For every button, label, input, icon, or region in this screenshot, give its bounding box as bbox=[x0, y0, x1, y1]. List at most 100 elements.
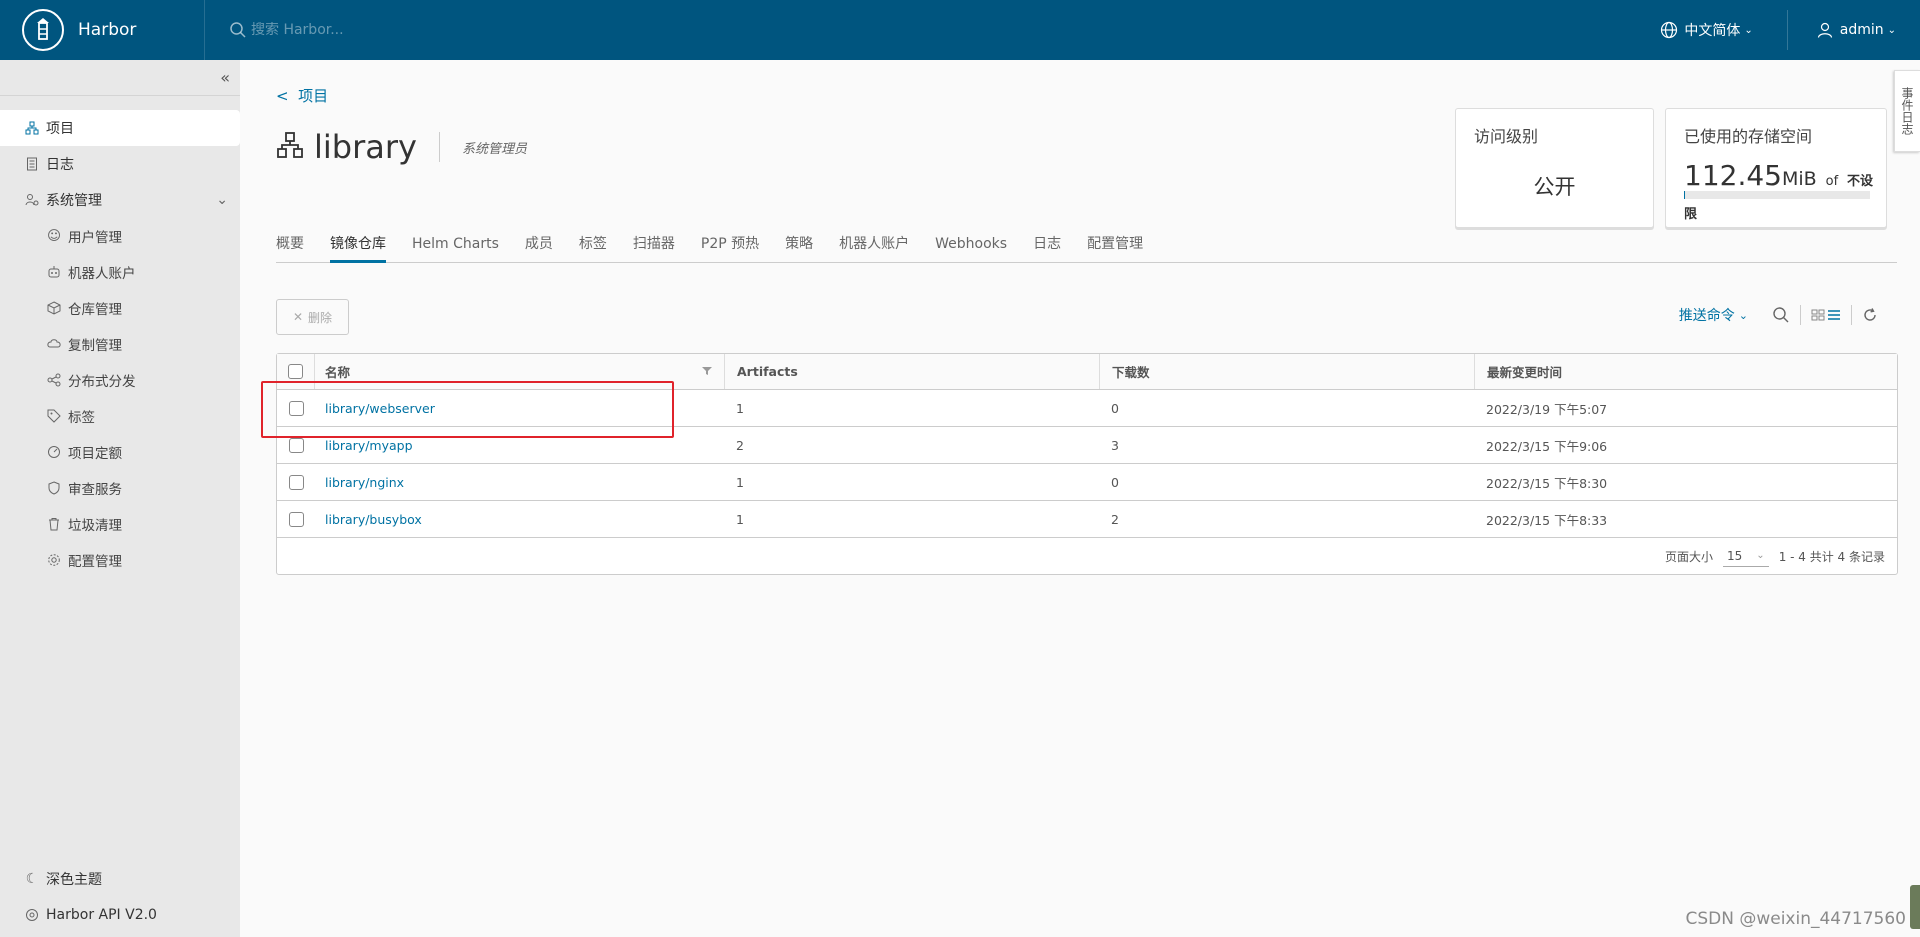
storage-progress-bar bbox=[1684, 191, 1870, 199]
filter-icon[interactable] bbox=[702, 364, 712, 379]
delete-label: 删除 bbox=[308, 310, 333, 325]
page-size-select[interactable]: 15 ⌄ bbox=[1723, 545, 1769, 567]
back-to-projects-link[interactable]: < 项目 bbox=[276, 85, 328, 106]
update-time: 2022/3/15 下午8:30 bbox=[1486, 475, 1608, 491]
tab-configuration[interactable]: 配置管理 bbox=[1087, 237, 1143, 263]
tag-icon bbox=[46, 408, 62, 424]
user-icon bbox=[1817, 22, 1832, 38]
sidebar-item-users[interactable]: ☺ 用户管理 bbox=[0, 218, 240, 254]
side-widget bbox=[1910, 885, 1920, 929]
push-command-dropdown[interactable]: 推送命令 ⌄ bbox=[1679, 305, 1748, 325]
chevron-left-icon: < bbox=[276, 87, 289, 105]
page-title: library bbox=[314, 128, 417, 166]
language-label: 中文简体 bbox=[1684, 23, 1741, 39]
downloads-count: 2 bbox=[1111, 511, 1119, 527]
update-time: 2022/3/15 下午9:06 bbox=[1486, 438, 1608, 454]
event-log-tab[interactable]: 事件日志 bbox=[1894, 70, 1920, 152]
tab-policy[interactable]: 策略 bbox=[785, 237, 813, 263]
access-level-value: 公开 bbox=[1533, 175, 1576, 199]
tab-scanner[interactable]: 扫描器 bbox=[633, 237, 675, 263]
api-link[interactable]: Harbor API V2.0 bbox=[0, 897, 240, 933]
card-view-icon[interactable] bbox=[1811, 308, 1825, 322]
double-chevron-left-icon[interactable]: « bbox=[220, 68, 230, 87]
sidebar-item-label: 垃圾清理 bbox=[68, 518, 122, 534]
page-header: library 系统管理员 bbox=[276, 128, 527, 166]
row-checkbox[interactable] bbox=[288, 474, 304, 490]
sidebar-item-distribution[interactable]: 分布式分发 bbox=[0, 362, 240, 398]
repo-name-link[interactable]: library/busybox bbox=[315, 501, 724, 537]
sidebar-item-admin[interactable]: 系统管理 ⌄ bbox=[0, 182, 240, 218]
table-footer: 页面大小 15 ⌄ 1 - 4 共计 4 条记录 bbox=[277, 538, 1897, 574]
sidebar-item-interrogation[interactable]: 审查服务 bbox=[0, 470, 240, 506]
user-menu[interactable]: admin ⌄ bbox=[1788, 21, 1920, 39]
dark-theme-toggle[interactable]: ☾ 深色主题 bbox=[0, 861, 240, 897]
page-size-label: 页面大小 bbox=[1665, 549, 1714, 564]
api-icon bbox=[24, 907, 40, 923]
global-search[interactable] bbox=[229, 21, 451, 39]
watermark: CSDN @weixin_44717560 bbox=[1685, 909, 1906, 929]
card-title: 已使用的存储空间 bbox=[1684, 127, 1813, 146]
search-input[interactable] bbox=[251, 22, 451, 38]
list-view-icon[interactable] bbox=[1827, 308, 1841, 322]
search-icon[interactable] bbox=[1772, 306, 1790, 324]
sidebar-collapse[interactable]: « bbox=[0, 60, 240, 96]
storage-card: 已使用的存储空间 112.45MiB of 不设限 bbox=[1665, 108, 1887, 228]
sidebar-item-gc[interactable]: 垃圾清理 bbox=[0, 506, 240, 542]
tab-summary[interactable]: 概要 bbox=[276, 237, 304, 263]
tab-p2p-preheat[interactable]: P2P 预热 bbox=[701, 237, 759, 263]
tab-repositories[interactable]: 镜像仓库 bbox=[330, 237, 386, 263]
pagination-summary: 1 - 4 共计 4 条记录 bbox=[1778, 549, 1885, 564]
refresh-icon[interactable] bbox=[1862, 307, 1878, 323]
repo-name-link[interactable]: library/nginx bbox=[315, 464, 724, 500]
chevron-down-icon: ⌄ bbox=[1738, 308, 1748, 322]
replication-icon bbox=[46, 336, 62, 352]
shield-icon bbox=[46, 480, 62, 496]
sidebar-item-config[interactable]: 配置管理 bbox=[0, 542, 240, 578]
sidebar-item-label: 分布式分发 bbox=[68, 374, 136, 390]
sidebar-item-logs[interactable]: 日志 bbox=[0, 146, 240, 182]
search-icon bbox=[230, 22, 246, 38]
tab-webhooks[interactable]: Webhooks bbox=[935, 237, 1007, 263]
projects-icon bbox=[24, 120, 40, 136]
sidebar-item-label: 深色主题 bbox=[46, 872, 102, 888]
tab-members[interactable]: 成员 bbox=[525, 237, 553, 263]
storage-unit: MiB bbox=[1781, 168, 1817, 190]
access-level-card: 访问级别 公开 bbox=[1455, 108, 1654, 228]
sidebar-item-replication[interactable]: 复制管理 bbox=[0, 326, 240, 362]
row-checkbox[interactable] bbox=[288, 511, 304, 527]
brand[interactable]: Harbor bbox=[0, 0, 205, 60]
sidebar-item-label: 仓库管理 bbox=[68, 302, 122, 318]
robot-icon bbox=[46, 264, 62, 280]
table-row: library/nginx 1 0 2022/3/15 下午8:30 bbox=[277, 464, 1897, 501]
sidebar-item-registries[interactable]: 仓库管理 bbox=[0, 290, 240, 326]
tab-robot-accounts[interactable]: 机器人账户 bbox=[839, 237, 909, 263]
tab-helm-charts[interactable]: Helm Charts bbox=[412, 237, 499, 263]
downloads-count: 0 bbox=[1111, 474, 1119, 490]
column-header-artifacts[interactable]: Artifacts bbox=[724, 354, 1099, 389]
column-header-downloads[interactable]: 下载数 bbox=[1099, 354, 1474, 389]
sidebar-item-robots[interactable]: 机器人账户 bbox=[0, 254, 240, 290]
artifacts-count: 1 bbox=[736, 474, 744, 490]
sidebar-item-label: 系统管理 bbox=[46, 193, 102, 209]
column-header-name[interactable]: 名称 bbox=[325, 362, 350, 381]
sidebar-item-label: 配置管理 bbox=[68, 554, 122, 570]
sidebar-item-labels[interactable]: 标签 bbox=[0, 398, 240, 434]
delete-button[interactable]: ✕ 删除 bbox=[276, 299, 349, 335]
tab-logs[interactable]: 日志 bbox=[1033, 237, 1061, 263]
sidebar-item-label: 项目定额 bbox=[68, 446, 122, 462]
column-header-time[interactable]: 最新变更时间 bbox=[1474, 354, 1897, 389]
row-checkbox[interactable] bbox=[288, 437, 304, 453]
page-size-value: 15 bbox=[1727, 548, 1743, 563]
sidebar-item-label: Harbor API V2.0 bbox=[46, 907, 157, 923]
moon-icon: ☾ bbox=[25, 871, 39, 887]
language-selector[interactable]: 中文简体 ⌄ bbox=[1660, 20, 1786, 40]
sidebar-item-quotas[interactable]: 项目定额 bbox=[0, 434, 240, 470]
select-all-checkbox[interactable] bbox=[288, 364, 303, 379]
harbor-logo-icon bbox=[22, 9, 64, 51]
chevron-down-icon: ⌄ bbox=[1887, 24, 1896, 36]
sidebar-item-projects[interactable]: 项目 bbox=[0, 110, 240, 146]
top-header: Harbor 中文简体 ⌄ admin ⌄ bbox=[0, 0, 1920, 60]
tab-labels[interactable]: 标签 bbox=[579, 237, 607, 263]
sidebar-item-label: 审查服务 bbox=[68, 482, 122, 498]
toolbar-divider bbox=[1851, 305, 1852, 325]
